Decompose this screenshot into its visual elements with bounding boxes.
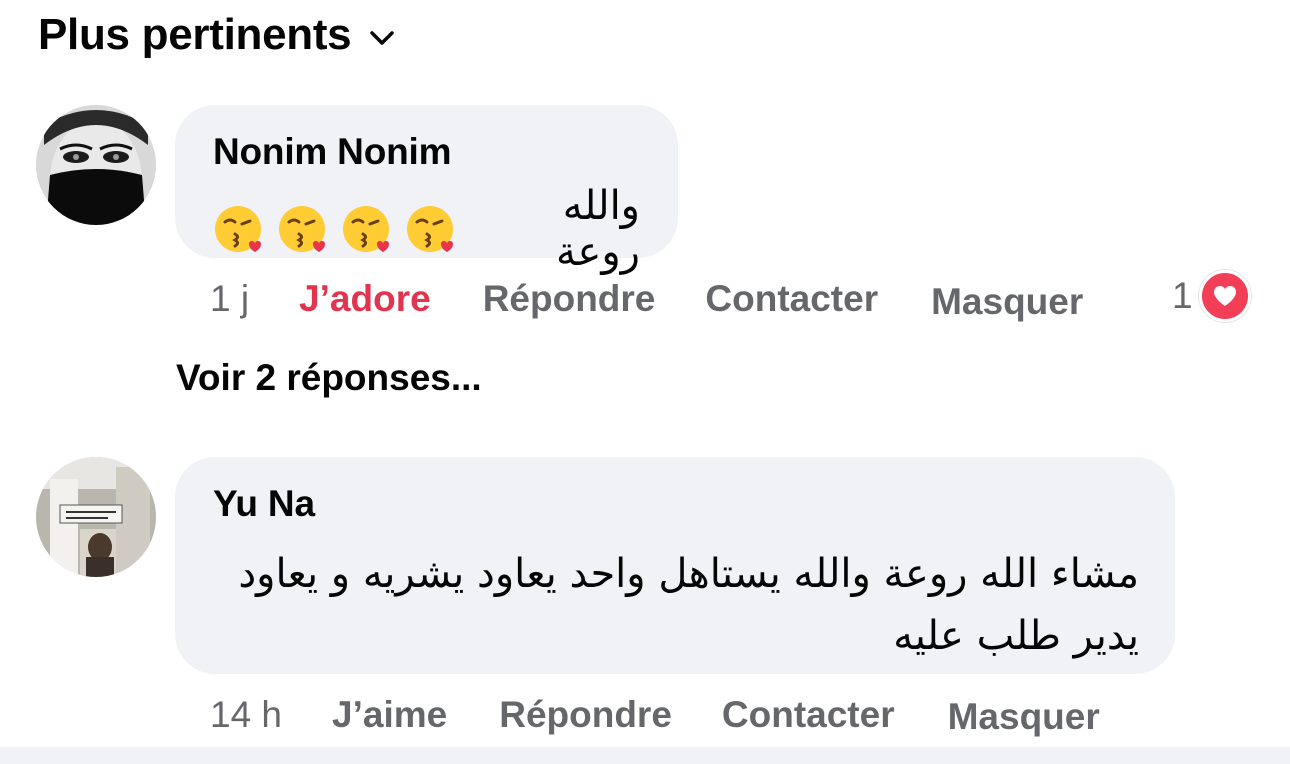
avatar[interactable] <box>36 105 156 225</box>
profile-photo-icon <box>36 105 156 225</box>
reaction-count: 1 <box>1172 275 1193 316</box>
comment-author[interactable]: Nonim Nonim <box>213 131 640 173</box>
face-blowing-kiss-icon <box>407 206 453 252</box>
comment-author[interactable]: Yu Na <box>213 483 1139 525</box>
profile-photo-icon <box>36 457 156 577</box>
like-button[interactable]: J’aime <box>332 694 447 736</box>
comment-text: مشاء الله روعة والله يستاهل واحد يعاود ي… <box>213 543 1139 667</box>
comment-bubble: Nonim Nonim والله روعة <box>175 105 678 275</box>
reply-button[interactable]: Répondre <box>499 694 672 736</box>
face-blowing-kiss-icon <box>279 206 325 252</box>
chevron-down-icon <box>370 31 395 45</box>
hide-button[interactable]: Masquer <box>948 696 1100 738</box>
sort-dropdown[interactable]: Plus pertinents <box>38 10 395 60</box>
comment-actions: 14 h J’aime Répondre Contacter Masquer <box>210 692 1100 738</box>
comment-text: والله روعة <box>556 183 640 275</box>
comment-text-line: مشاء الله روعة والله يستاهل واحد يعاود ي… <box>238 551 1139 597</box>
contact-button[interactable]: Contacter <box>705 278 878 320</box>
reply-button[interactable]: Répondre <box>483 278 656 320</box>
comment-timestamp[interactable]: 14 h <box>210 694 282 736</box>
emoji-group <box>213 204 455 254</box>
love-button[interactable]: J’adore <box>299 278 431 320</box>
contact-button[interactable]: Contacter <box>722 694 895 736</box>
divider <box>0 747 1290 764</box>
sort-label: Plus pertinents <box>38 10 352 59</box>
comment-actions: 1 j J’adore Répondre Contacter Masquer <box>210 275 1083 323</box>
face-blowing-kiss-icon <box>343 206 389 252</box>
avatar[interactable] <box>36 457 156 577</box>
comment-text-line: يدير طلب عليه <box>893 613 1139 659</box>
comment-bubble: Yu Na مشاء الله روعة والله يستاهل واحد ي… <box>175 457 1175 674</box>
face-blowing-kiss-icon <box>215 206 261 252</box>
view-replies-link[interactable]: Voir 2 réponses... <box>176 357 482 399</box>
comment-timestamp[interactable]: 1 j <box>210 278 249 320</box>
hide-button[interactable]: Masquer <box>931 281 1083 323</box>
heart-icon <box>1198 270 1251 322</box>
reaction-summary[interactable]: 1 <box>1172 270 1251 322</box>
